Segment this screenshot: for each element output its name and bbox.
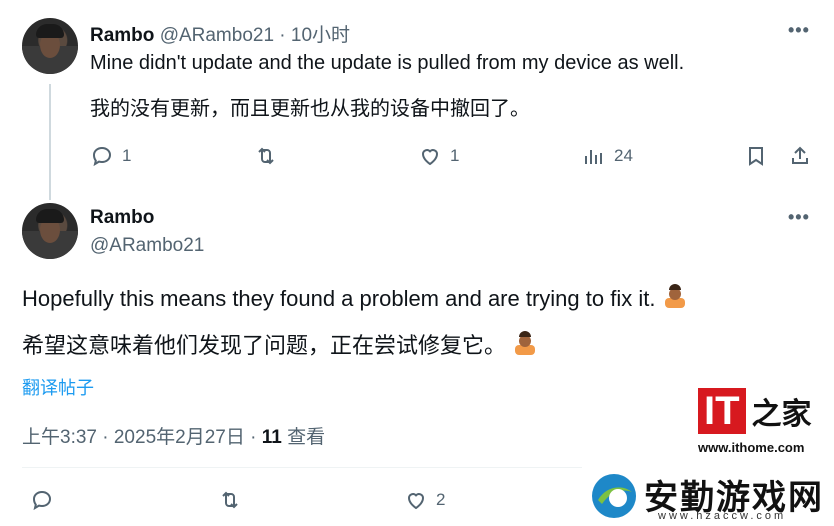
more-icon[interactable]: ••• — [788, 20, 810, 41]
tweet-text-en: Mine didn't update and the update is pul… — [90, 52, 685, 74]
author-name[interactable]: Rambo — [90, 207, 154, 229]
tweet-text-zh: 我的没有更新，而且更新也从我的设备中撤回了。 — [90, 98, 530, 120]
shrug-emoji — [515, 331, 536, 355]
reply-icon — [92, 146, 112, 167]
author-handle[interactable]: @ARambo21 — [90, 235, 204, 257]
separator: · — [274, 25, 291, 46]
views-count: 11 — [261, 427, 282, 448]
more-icon[interactable]: ••• — [788, 207, 810, 228]
ithome-watermark: IT 之家 www.ithome.com — [698, 388, 816, 455]
like-count: 1 — [450, 146, 460, 165]
avatar[interactable] — [22, 18, 78, 74]
reply-count: 1 — [122, 146, 132, 165]
retweet-action[interactable] — [254, 144, 278, 168]
bookmark-action[interactable] — [744, 144, 768, 168]
share-icon — [792, 146, 808, 164]
bookmark-icon — [749, 147, 763, 166]
reply-icon — [32, 490, 52, 511]
author-handle[interactable]: @ARambo21 — [160, 25, 274, 46]
divider — [22, 467, 582, 468]
site-logo-icon — [592, 474, 636, 518]
views-count: 24 — [614, 146, 633, 165]
views-action[interactable]: 24 — [582, 144, 633, 168]
reply-action[interactable]: 1 — [90, 144, 131, 168]
ithome-logo: IT — [698, 388, 746, 434]
tweet-timestamp[interactable]: 上午3:37 · 2025年2月27日 · — [22, 427, 262, 448]
like-icon — [407, 493, 425, 510]
retweet-icon — [258, 147, 274, 165]
author-name[interactable]: Rambo — [90, 25, 154, 46]
like-icon — [421, 149, 439, 166]
like-action[interactable]: 1 — [418, 144, 459, 168]
share-action[interactable] — [788, 144, 812, 168]
views-label: 查看 — [281, 427, 326, 448]
views-icon — [585, 150, 602, 164]
site-url: www.hzaccw.com — [658, 510, 787, 522]
tweet-text-en-content: Hopefully this means they found a proble… — [22, 286, 656, 311]
like-count: 2 — [436, 490, 446, 509]
ithome-url: www.ithome.com — [698, 440, 805, 455]
avatar[interactable] — [22, 203, 78, 259]
translate-post-link[interactable]: 翻译帖子 — [22, 374, 94, 400]
tweet-text-en: Hopefully this means they found a proble… — [22, 284, 688, 312]
like-action[interactable]: 2 — [404, 488, 445, 512]
timestamp[interactable]: 10小时 — [291, 25, 350, 46]
site-watermark: 安勤游戏网 www.hzaccw.com — [588, 470, 828, 524]
tweet-text-zh-content: 希望这意味着他们发现了问题，正在尝试修复它。 — [22, 333, 507, 358]
reply-action[interactable] — [30, 488, 54, 512]
shrug-emoji — [664, 284, 685, 308]
tweet-text-zh: 希望这意味着他们发现了问题，正在尝试修复它。 — [22, 328, 538, 360]
tweet-meta: 上午3:37 · 2025年2月27日 · 11 查看 — [22, 422, 325, 449]
retweet-icon — [222, 491, 238, 509]
retweet-action[interactable] — [218, 488, 242, 512]
reply-header: Rambo @ARambo21 · 10小时 — [90, 20, 350, 47]
ithome-logo-suffix: 之家 — [751, 398, 812, 431]
thread-line — [49, 84, 51, 200]
